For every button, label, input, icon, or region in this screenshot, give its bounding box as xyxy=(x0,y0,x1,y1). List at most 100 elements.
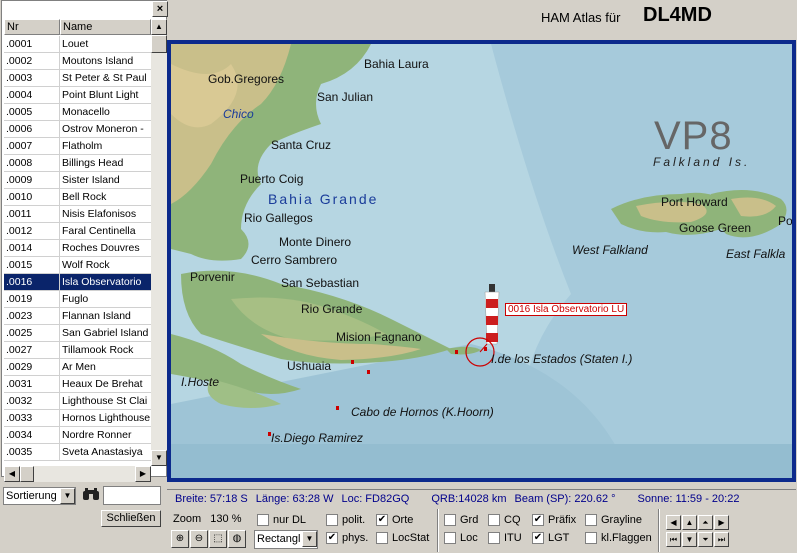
search-input[interactable] xyxy=(103,486,161,505)
row-name: Sveta Anastasiya xyxy=(62,446,143,458)
table-row[interactable]: .0006 Ostrov Moneron - xyxy=(4,121,151,138)
row-nr: .0025 xyxy=(4,325,60,341)
table-row[interactable]: .0009 Sister Island xyxy=(4,172,151,189)
row-name: St Peter & St Paul xyxy=(62,72,147,84)
row-name: Tillamook Rock xyxy=(62,344,134,356)
pan-bottom-icon[interactable]: ⏷ xyxy=(698,532,713,547)
table-row[interactable]: .0005 Monacello xyxy=(4,104,151,121)
table-row[interactable]: .0034 Nordre Ronner xyxy=(4,427,151,444)
chevron-down-icon[interactable]: ▼ xyxy=(302,531,317,547)
select-rectangle-icon[interactable]: ⬚ xyxy=(209,530,227,548)
checkbox-box[interactable] xyxy=(444,532,456,544)
table-row[interactable]: .0027 Tillamook Rock xyxy=(4,342,151,359)
table-row[interactable]: .0029 Ar Men xyxy=(4,359,151,376)
lighthouse-list[interactable]: × Nr Name .0001 Louet .0002 Moutons Island.… xyxy=(1,0,168,482)
checkbox-itu[interactable]: ITU xyxy=(488,532,522,544)
sort-select[interactable]: Sortierung ▼ xyxy=(3,487,76,505)
table-row[interactable]: .0001 Louet xyxy=(4,36,151,53)
table-row[interactable]: .0016 Isla Observatorio xyxy=(4,274,151,291)
checkbox-box[interactable] xyxy=(585,514,597,526)
checkbox-locstat[interactable]: LocStat xyxy=(376,532,429,544)
checkbox-label: ITU xyxy=(504,532,522,544)
checkbox-label: Loc xyxy=(460,532,478,544)
status-loc: Loc: FD82GQ xyxy=(341,492,410,505)
hscroll-thumb[interactable] xyxy=(20,466,34,482)
scroll-up-icon[interactable]: ▲ xyxy=(151,19,167,35)
globe-icon[interactable]: ◍ xyxy=(228,530,246,548)
checkbox-phys[interactable]: ✔ phys. xyxy=(326,532,368,544)
pan-up-icon[interactable]: ▲ xyxy=(682,515,697,530)
table-row[interactable]: .0015 Wolf Rock xyxy=(4,257,151,274)
row-nr: .0003 xyxy=(4,70,60,86)
row-name: Sister Island xyxy=(62,174,120,186)
checkbox-label: LocStat xyxy=(392,532,430,544)
checkbox-polit[interactable]: polit. xyxy=(326,514,365,526)
checkbox-box[interactable]: ✔ xyxy=(532,514,544,526)
checkbox-box[interactable] xyxy=(488,514,500,526)
column-header-name[interactable]: Name xyxy=(60,19,151,35)
row-nr: .0015 xyxy=(4,257,60,273)
table-row[interactable]: .0033 Hornos Lighthouse xyxy=(4,410,151,427)
close-icon[interactable]: × xyxy=(152,1,168,17)
checkbox-cq[interactable]: CQ xyxy=(488,514,521,526)
divider xyxy=(437,509,439,552)
table-row[interactable]: .0012 Faral Centinella xyxy=(4,223,151,240)
checkbox-box[interactable] xyxy=(585,532,597,544)
pan-top-icon[interactable]: ⏶ xyxy=(698,515,713,530)
checkbox-loc[interactable]: Loc xyxy=(444,532,478,544)
table-row[interactable]: .0002 Moutons Island xyxy=(4,53,151,70)
table-row[interactable]: .0031 Heaux De Brehat xyxy=(4,376,151,393)
row-name: Lighthouse St Clai xyxy=(62,395,148,407)
checkbox-klflaggen[interactable]: kl.Flaggen xyxy=(585,532,652,544)
pan-start-icon[interactable]: ⏮ xyxy=(666,532,681,547)
shape-select[interactable]: Rectangl ▼ xyxy=(254,530,318,549)
binoculars-icon[interactable] xyxy=(82,487,100,503)
checkbox-box[interactable] xyxy=(444,514,456,526)
table-row[interactable]: .0014 Roches Douvres xyxy=(4,240,151,257)
checkbox-orte[interactable]: ✔ Orte xyxy=(376,514,413,526)
checkbox-lgt[interactable]: ✔ LGT xyxy=(532,532,569,544)
table-row[interactable]: .0010 Bell Rock xyxy=(4,189,151,206)
table-row[interactable]: .0019 Fuglo xyxy=(4,291,151,308)
scroll-down-icon[interactable]: ▼ xyxy=(151,450,167,466)
checkbox-nur-dl[interactable]: nur DL xyxy=(257,514,306,526)
horizontal-scrollbar[interactable]: ◀ ▶ xyxy=(4,466,151,482)
column-header-nr[interactable]: Nr xyxy=(4,19,60,35)
checkbox-praefix[interactable]: ✔ Präfix xyxy=(532,514,576,526)
vertical-scrollbar[interactable]: ▲ ▼ xyxy=(151,19,167,466)
checkbox-box[interactable] xyxy=(376,532,388,544)
lighthouse-callout[interactable]: 0016 Isla Observatorio LU xyxy=(505,303,628,316)
close-button[interactable]: Schließen xyxy=(101,510,161,527)
zoom-readout: Zoom 130 % xyxy=(173,513,242,525)
map-view[interactable]: VP8 Falkland Is. 0016 Isla Observatorio … xyxy=(171,44,792,478)
table-row[interactable]: .0023 Flannan Island xyxy=(4,308,151,325)
place-santa-cruz: Santa Cruz xyxy=(271,138,332,152)
pan-end-icon[interactable]: ⏭ xyxy=(714,532,729,547)
checkbox-box[interactable] xyxy=(488,532,500,544)
table-row[interactable]: .0003 St Peter & St Paul xyxy=(4,70,151,87)
place-rio-grande: Rio Grande xyxy=(301,302,363,316)
pan-down-icon[interactable]: ▼ xyxy=(682,532,697,547)
table-row[interactable]: .0025 San Gabriel Island xyxy=(4,325,151,342)
table-row[interactable]: .0032 Lighthouse St Clai xyxy=(4,393,151,410)
pan-left-icon[interactable]: ◀ xyxy=(666,515,681,530)
scroll-left-icon[interactable]: ◀ xyxy=(4,466,20,482)
checkbox-box[interactable]: ✔ xyxy=(376,514,388,526)
checkbox-grayline[interactable]: Grayline xyxy=(585,514,642,526)
table-row[interactable]: .0035 Sveta Anastasiya xyxy=(4,444,151,461)
table-row[interactable]: .0007 Flatholm xyxy=(4,138,151,155)
zoom-out-icon[interactable]: ⊖ xyxy=(190,530,208,548)
checkbox-grd[interactable]: Grd xyxy=(444,514,478,526)
pan-right-icon[interactable]: ▶ xyxy=(714,515,729,530)
table-row[interactable]: .0008 Billings Head xyxy=(4,155,151,172)
table-row[interactable]: .0004 Point Blunt Light xyxy=(4,87,151,104)
checkbox-box[interactable]: ✔ xyxy=(532,532,544,544)
checkbox-box[interactable] xyxy=(257,514,269,526)
scroll-thumb[interactable] xyxy=(151,35,167,53)
chevron-down-icon[interactable]: ▼ xyxy=(60,488,75,504)
checkbox-box[interactable]: ✔ xyxy=(326,532,338,544)
checkbox-box[interactable] xyxy=(326,514,338,526)
table-row[interactable]: .0011 Nisis Elafonisos xyxy=(4,206,151,223)
scroll-right-icon[interactable]: ▶ xyxy=(135,466,151,482)
zoom-in-icon[interactable]: ⊕ xyxy=(171,530,189,548)
